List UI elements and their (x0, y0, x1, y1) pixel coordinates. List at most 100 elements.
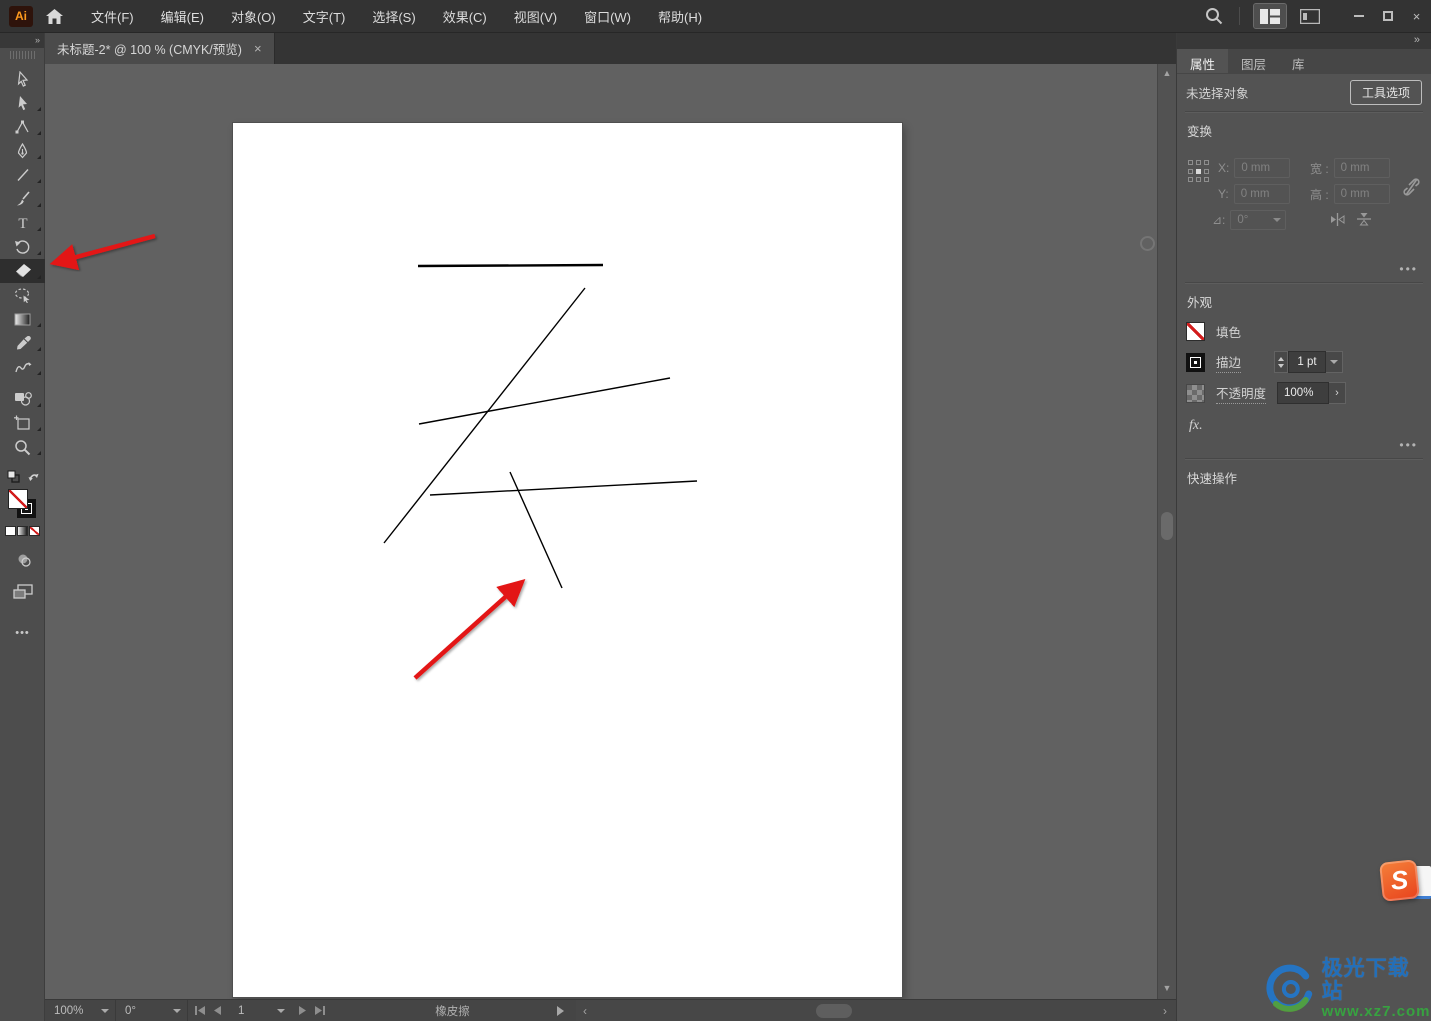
horizontal-scrollbar[interactable]: ‹ › (576, 1000, 1176, 1021)
width-field[interactable]: 0 mm (1333, 158, 1390, 178)
menu-item-5[interactable]: 选择(S) (372, 7, 415, 26)
artboard[interactable] (233, 123, 902, 997)
vertical-scrollbar-thumb[interactable] (1161, 512, 1173, 540)
scroll-up-arrow[interactable]: ▲ (1158, 68, 1176, 78)
search-button[interactable] (1205, 7, 1223, 25)
menu-item-9[interactable]: 帮助(H) (658, 7, 702, 26)
close-button[interactable]: × (1402, 0, 1431, 33)
gradient-tool-icon (14, 313, 31, 325)
horizontal-scrollbar-thumb[interactable] (816, 1004, 852, 1018)
swap-fill-stroke[interactable] (0, 467, 45, 487)
screen-mode-button[interactable] (0, 579, 45, 603)
stroke-weight-dropdown[interactable] (1326, 351, 1344, 373)
canvas-area[interactable]: ▲ ▼ (45, 64, 1176, 1021)
transform-more-options[interactable]: ••• (1186, 262, 1418, 276)
panel-tab-图层[interactable]: 图层 (1228, 49, 1279, 73)
scroll-right-arrow[interactable]: › (1158, 1004, 1172, 1018)
last-artboard-button[interactable] (314, 1006, 325, 1015)
none-button[interactable] (29, 526, 40, 536)
shaper-tool-icon (14, 361, 31, 372)
flip-horizontal-button[interactable] (1330, 212, 1345, 226)
app-logo-icon[interactable]: Ai (9, 5, 33, 27)
menu-item-4[interactable]: 文字(T) (303, 7, 346, 26)
opacity-expand-button[interactable]: › (1329, 382, 1347, 404)
screen-mode-icon (12, 583, 33, 599)
zoom-level-select[interactable]: 100% (45, 1000, 116, 1021)
menu-item-2[interactable]: 编辑(E) (161, 7, 204, 26)
shape-builder-tool[interactable] (0, 387, 45, 411)
first-artboard-button[interactable] (195, 1006, 206, 1015)
flip-vertical-button[interactable] (1357, 212, 1371, 226)
appearance-more-options[interactable]: ••• (1186, 438, 1418, 452)
stroke-label[interactable]: 描边 (1216, 352, 1242, 373)
line-segment-tool[interactable] (0, 163, 45, 187)
zoom-tool[interactable] (0, 435, 45, 459)
chevron-down-icon (277, 1008, 285, 1013)
direct-selection-tool[interactable] (0, 91, 45, 115)
rotation-select[interactable]: 0° (116, 1000, 188, 1021)
panel-tab-属性[interactable]: 属性 (1177, 49, 1229, 73)
fill-swatch[interactable] (1186, 321, 1205, 341)
maximize-button[interactable] (1373, 0, 1402, 33)
artboard-number-select[interactable]: 1 (229, 1000, 291, 1021)
rotate-angle-field[interactable]: 0° (1230, 210, 1287, 230)
minimize-button[interactable] (1344, 0, 1373, 33)
status-expand-button[interactable] (557, 1000, 564, 1021)
document-tab-close-icon[interactable]: × (254, 42, 262, 55)
y-field[interactable]: 0 mm (1233, 184, 1290, 204)
pen-tool[interactable] (0, 139, 45, 163)
opacity-field[interactable]: 100% (1277, 382, 1330, 404)
window-controls: × (1344, 0, 1431, 33)
tool-options-button[interactable]: 工具选项 (1349, 80, 1422, 105)
tools-collapse-button[interactable]: » (0, 33, 44, 48)
type-tool[interactable]: T (0, 211, 45, 235)
edit-toolbar-button[interactable]: ••• (0, 621, 45, 645)
vertical-scrollbar[interactable]: ▲ ▼ (1157, 64, 1176, 999)
shaper-tool[interactable] (0, 355, 45, 379)
paintbrush-tool[interactable] (0, 187, 45, 211)
menu-item-1[interactable]: 文件(F) (91, 7, 134, 26)
previous-artboard-button[interactable] (214, 1006, 222, 1015)
stroke-weight-stepper[interactable] (1274, 351, 1289, 373)
menu-item-8[interactable]: 窗口(W) (584, 7, 631, 26)
fill-color-swatch[interactable] (8, 489, 28, 509)
home-button[interactable] (46, 8, 63, 24)
panel-tab-库[interactable]: 库 (1279, 49, 1318, 73)
selection-tool[interactable] (0, 67, 45, 91)
artboard-tool[interactable] (0, 411, 45, 435)
document-tab-title: 未标题-2* @ 100 % (CMYK/预览) (57, 43, 242, 57)
site-watermark-logo-icon (1266, 964, 1313, 1012)
stroke-swatch[interactable] (1186, 352, 1205, 372)
menu-item-6[interactable]: 效果(C) (443, 7, 487, 26)
fill-stroke-indicator[interactable] (0, 487, 45, 523)
y-label: Y: (1218, 187, 1229, 201)
opacity-swatch[interactable] (1186, 383, 1205, 403)
menu-item-7[interactable]: 视图(V) (514, 7, 557, 26)
tools-panel-grip[interactable] (0, 48, 44, 62)
color-button[interactable] (5, 526, 16, 536)
workspace-switch-button[interactable] (1294, 4, 1326, 28)
height-field[interactable]: 0 mm (1333, 184, 1390, 204)
draw-mode-button[interactable] (0, 547, 45, 571)
gradient-button[interactable] (17, 526, 28, 536)
stroke-weight-field[interactable]: 1 pt (1288, 351, 1327, 373)
curvature-tool[interactable] (0, 115, 45, 139)
panel-collapse-button[interactable]: » (1177, 33, 1431, 49)
rotate-tool[interactable] (0, 235, 45, 259)
scroll-left-arrow[interactable]: ‹ (578, 1004, 592, 1018)
workspace-layout-button[interactable] (1253, 3, 1287, 29)
document-tab[interactable]: 未标题-2* @ 100 % (CMYK/预览) × (45, 33, 275, 64)
constrain-proportions-icon[interactable] (1403, 176, 1420, 198)
opacity-label[interactable]: 不透明度 (1216, 383, 1267, 404)
menu-item-3[interactable]: 对象(O) (231, 7, 276, 26)
eyedropper-tool[interactable] (0, 331, 45, 355)
gradient-tool[interactable] (0, 307, 45, 331)
scroll-down-arrow[interactable]: ▼ (1158, 983, 1176, 993)
eraser-tool[interactable] (0, 259, 45, 283)
line-segment-tool-icon (16, 169, 29, 181)
x-field[interactable]: 0 mm (1234, 158, 1291, 178)
reference-point-widget[interactable] (1188, 160, 1210, 184)
next-artboard-button[interactable] (298, 1006, 306, 1015)
effects-button[interactable]: fx. (1189, 418, 1422, 434)
lasso-tool[interactable] (0, 283, 45, 307)
